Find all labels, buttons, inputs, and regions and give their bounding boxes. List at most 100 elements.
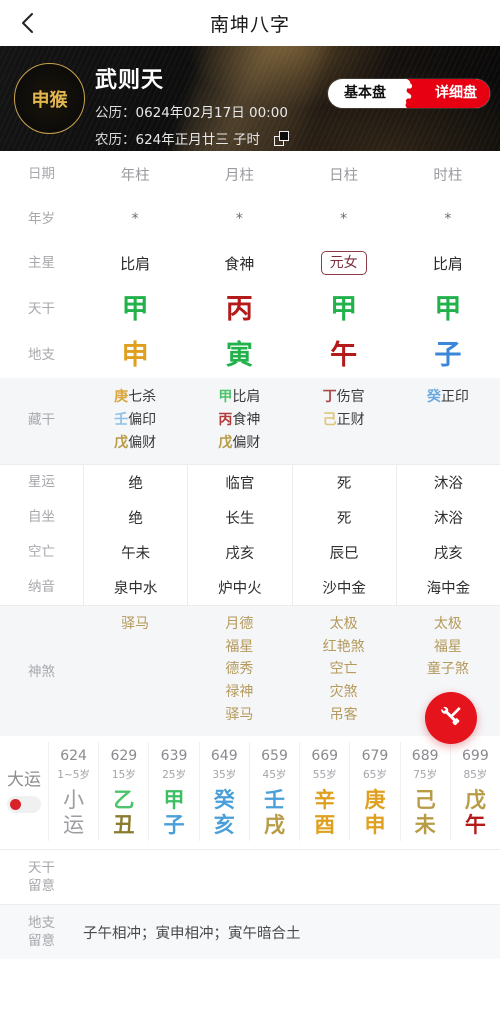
main-star-month: 食神 — [224, 254, 255, 273]
major-luck-stem: 己 — [414, 788, 436, 813]
major-luck-age: 15岁 — [111, 769, 136, 782]
hidden-stem-char: 甲 — [218, 389, 233, 405]
gan-year[interactable]: 甲 — [83, 286, 187, 332]
major-luck-section: 大运 624 1~5岁小运 629 15岁乙丑 639 25岁甲子 649 35岁癸亥 659 4… — [0, 736, 500, 850]
major-luck-column[interactable]: 629 15岁乙丑 — [98, 742, 148, 842]
gan-month[interactable]: 丙 — [187, 286, 291, 332]
major-luck-branch: 丑 — [113, 813, 135, 838]
zodiac-avatar[interactable]: 申猴 — [14, 63, 85, 134]
back-button[interactable] — [14, 10, 40, 36]
major-luck-stem: 癸 — [213, 788, 235, 813]
hidden-stem-ten-god: 偏印 — [128, 412, 157, 428]
zhi-month[interactable]: 寅 — [187, 332, 291, 378]
shensha-item[interactable]: 驿马 — [225, 705, 253, 727]
major-luck-stem: 乙 — [113, 788, 135, 813]
pillar-attribute-row: 空亡 午未 戌亥 辰巳 戌亥 — [0, 535, 500, 570]
major-luck-column[interactable]: 669 55岁辛酉 — [299, 742, 349, 842]
major-luck-branch: 酉 — [314, 813, 336, 838]
major-luck-column[interactable]: 649 35岁癸亥 — [198, 742, 249, 842]
shensha-item[interactable]: 空亡 — [330, 659, 358, 681]
attribute-cell: 沐浴 — [395, 500, 500, 535]
shensha-item[interactable]: 红艳煞 — [323, 637, 365, 659]
gan-hour[interactable]: 甲 — [396, 286, 500, 332]
major-luck-stem: 戊 — [464, 788, 486, 813]
toggle-option-detail[interactable]: 详细盘 — [435, 79, 477, 108]
copy-icon[interactable] — [274, 130, 290, 146]
hidden-stems-day: 丁伤官 己正财 — [292, 387, 396, 454]
hidden-stem-ten-god: 正财 — [336, 412, 365, 428]
shensha-item[interactable]: 禄神 — [225, 682, 253, 704]
heavenly-stem-note-label: 天干 留意 — [28, 860, 55, 895]
chart-mode-toggle[interactable]: 基本盘 详细盘 — [328, 79, 490, 108]
shensha-day: 太极 红艳煞 空亡 灾煞 吊客 — [292, 614, 396, 726]
pillar-header-day: 日柱 — [329, 168, 359, 184]
major-luck-column[interactable]: 699 85岁戊午 — [449, 742, 500, 842]
major-luck-column[interactable]: 689 75岁己未 — [399, 742, 450, 842]
attribute-cell: 绝 — [83, 500, 187, 535]
major-luck-column[interactable]: 659 45岁壬戌 — [248, 742, 299, 842]
shensha-item[interactable]: 童子煞 — [427, 659, 469, 681]
shensha-item[interactable]: 福星 — [225, 637, 253, 659]
major-luck-stem: 小 — [63, 788, 85, 813]
hidden-stem-ten-god: 七杀 — [128, 389, 157, 405]
major-luck-column[interactable]: 624 1~5岁小运 — [48, 742, 98, 842]
attribute-cell: 辰巳 — [291, 535, 396, 570]
major-luck-branch: 子 — [163, 813, 185, 838]
major-luck-year: 689 — [411, 748, 439, 765]
pillar-header-year: 年柱 — [120, 168, 150, 184]
hidden-stem-char: 庚 — [114, 389, 129, 405]
hidden-stem-char: 丁 — [322, 389, 337, 405]
major-luck-column[interactable]: 679 65岁庚申 — [349, 742, 399, 842]
zhi-hour[interactable]: 子 — [396, 332, 500, 378]
major-luck-branch: 午 — [464, 813, 486, 838]
major-luck-year: 639 — [160, 748, 188, 765]
row-label-2: 空亡 — [28, 544, 55, 561]
gan-day[interactable]: 甲 — [292, 286, 396, 332]
hidden-stem-item: 丙食神 — [218, 410, 260, 431]
zhi-day-char: 午 — [330, 339, 358, 371]
hidden-stem-char: 戊 — [218, 435, 233, 451]
shensha-item[interactable]: 灾煞 — [330, 682, 358, 704]
gan-month-char: 丙 — [225, 293, 253, 325]
hidden-stem-item: 癸正印 — [427, 387, 469, 408]
shensha-item[interactable]: 太极 — [330, 614, 358, 636]
earthly-branch-note-text: 子午相冲；寅申相冲；寅午暗合土 — [83, 925, 301, 942]
shensha-item[interactable]: 吊客 — [330, 705, 358, 727]
hidden-stem-char: 壬 — [114, 412, 129, 428]
earthly-branch-row: 地支 申 寅 午 子 — [0, 332, 500, 378]
zhi-day[interactable]: 午 — [292, 332, 396, 378]
age-year: * — [131, 211, 139, 227]
lunar-date-value: 624年正月廿三 子时 — [135, 132, 261, 148]
chevron-left-icon — [21, 12, 34, 34]
pillar-attributes-section: 星运绝临官死沐浴 自坐绝长生死沐浴 空亡 午未 戌亥 辰巳 戌亥 纳音 泉中水 炉中火 沙中金 海中金 — [0, 464, 500, 605]
shensha-item[interactable]: 月德 — [225, 614, 253, 636]
major-luck-stem: 壬 — [263, 788, 285, 813]
attribute-cell: 炉中火 — [187, 570, 291, 605]
major-luck-age: 25岁 — [162, 769, 186, 782]
shensha-item[interactable]: 福星 — [434, 637, 462, 659]
zhi-year[interactable]: 申 — [83, 332, 187, 378]
shensha-item[interactable]: 驿马 — [121, 614, 149, 636]
major-luck-toggle[interactable] — [7, 795, 41, 813]
gan-hour-char: 甲 — [434, 293, 462, 325]
major-luck-age: 85岁 — [463, 769, 488, 782]
hidden-stem-ten-god: 偏财 — [128, 435, 157, 451]
hidden-stem-item: 丁伤官 — [323, 387, 365, 408]
main-star-hour: 比肩 — [432, 254, 463, 273]
yin-yang-divider-icon — [394, 79, 424, 108]
hidden-stem-item: 戊偏财 — [114, 433, 156, 454]
solar-date-value: 0624年02月17日 00:00 — [135, 105, 288, 121]
toggle-option-basic[interactable]: 基本盘 — [344, 79, 386, 108]
gan-day-char: 甲 — [330, 293, 358, 325]
earthly-branch-note-row: 地支 留意 子午相冲；寅申相冲；寅午暗合土 — [0, 904, 500, 960]
app-screen: 南坤八字 申猴 武则天 公历： 0624年02月17日 00:00 农历： 62… — [0, 0, 500, 1023]
attribute-cell: 死 — [291, 465, 396, 500]
shensha-item[interactable]: 太极 — [434, 614, 462, 636]
toggle-knob — [10, 798, 21, 810]
attribute-cell: 临官 — [187, 465, 291, 500]
major-luck-column[interactable]: 639 25岁甲子 — [148, 742, 198, 842]
gan-year-char: 甲 — [121, 293, 149, 325]
shensha-item[interactable]: 德秀 — [225, 659, 253, 681]
day-master-badge: 元女 — [320, 250, 367, 276]
main-star-year: 比肩 — [120, 254, 151, 273]
